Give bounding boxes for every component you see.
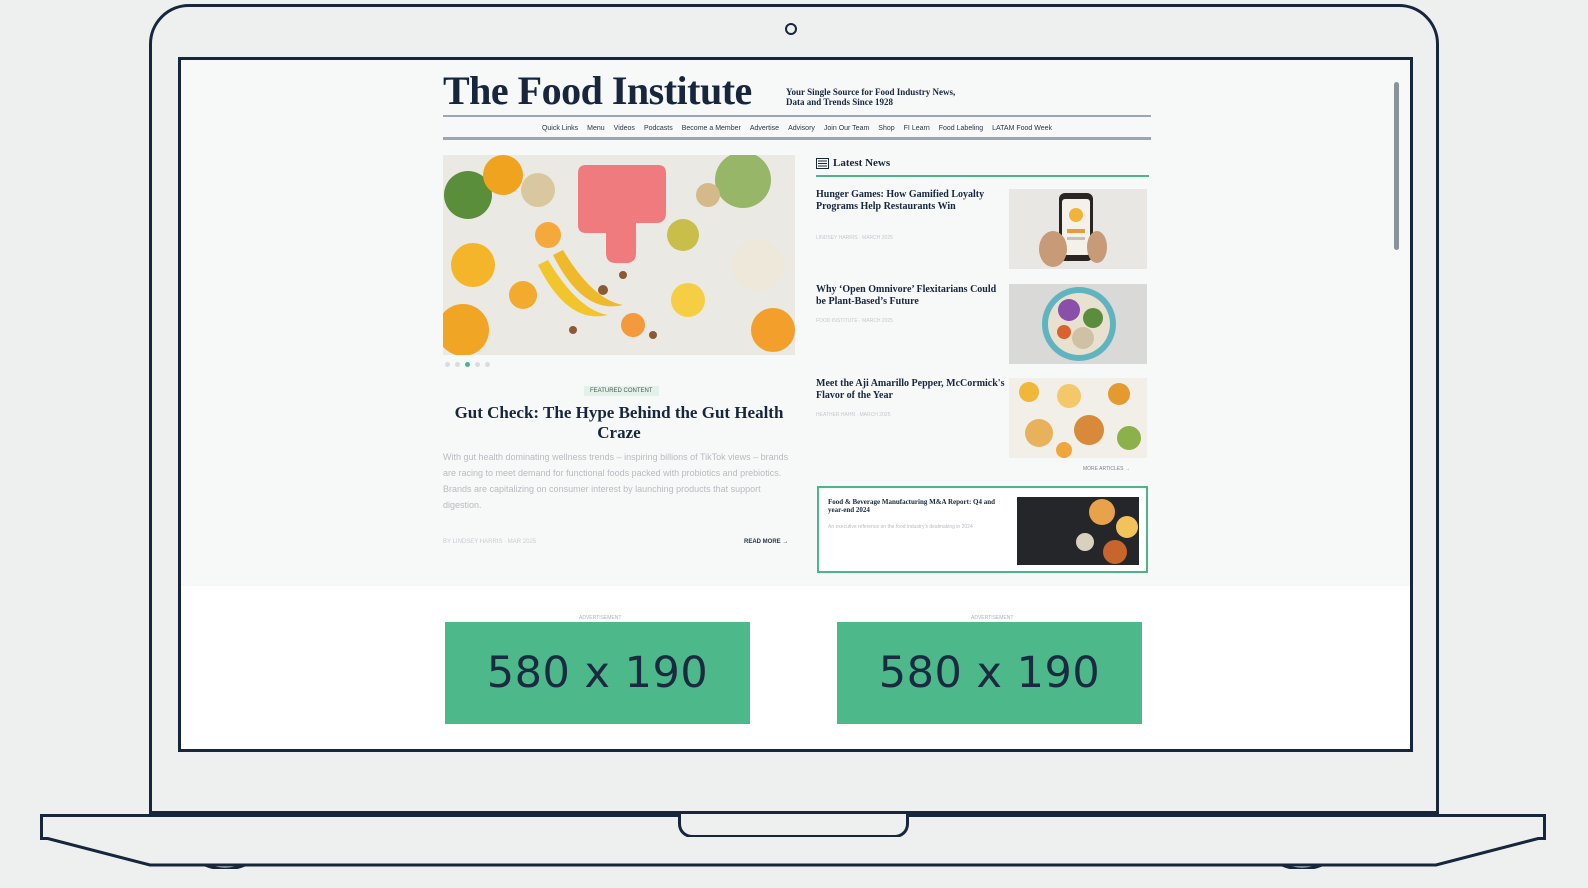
latest-news-heading: Latest News [833, 157, 891, 169]
news-item[interactable]: Why ‘Open Omnivore’ Flexitarians Could b… [816, 284, 1149, 372]
nav-item-shop[interactable]: Shop [878, 125, 894, 132]
featured-badge: FEATURED CONTENT [584, 386, 659, 396]
newspaper-icon [816, 158, 829, 169]
ad-banner-right[interactable]: 580 x 190 [837, 622, 1142, 724]
news-meta: LINDSEY HARRIS · MARCH 2025 [816, 235, 893, 241]
site-tagline: Your Single Source for Food Industry New… [786, 87, 956, 107]
carousel-dot[interactable] [455, 362, 460, 367]
salad-bowl-icon [1009, 284, 1147, 364]
nav-item-fi-learn[interactable]: FI Learn [904, 125, 930, 132]
nav-item-podcasts[interactable]: Podcasts [644, 125, 673, 132]
more-articles-link[interactable]: MORE ARTICLES → [1083, 466, 1130, 472]
promo-title[interactable]: Food & Beverage Manufacturing M&A Report… [828, 498, 1008, 514]
news-meta: HEATHER HAHN · MARCH 2025 [816, 412, 891, 418]
ad-area [181, 586, 1410, 749]
carousel-dot-active[interactable] [465, 362, 470, 367]
food-spread-icon [1009, 378, 1147, 458]
hero-byline: BY LINDSEY HARRIS · MAR 2025 [443, 539, 537, 545]
nav-item-videos[interactable]: Videos [614, 125, 635, 132]
news-title[interactable]: Why ‘Open Omnivore’ Flexitarians Could b… [816, 284, 1006, 308]
news-item[interactable]: Meet the Aji Amarillo Pepper, McCormick'… [816, 378, 1149, 466]
webpage: The Food Institute Your Single Source fo… [181, 60, 1410, 749]
nav-item-latam-food-week[interactable]: LATAM Food Week [992, 125, 1052, 132]
latest-news-header: Latest News [816, 157, 1149, 177]
nav-item-become-member[interactable]: Become a Member [682, 125, 741, 132]
read-more-link[interactable]: READ MORE → [744, 539, 788, 545]
laptop-screen: The Food Institute Your Single Source fo… [178, 57, 1413, 752]
hero-food-illustration [443, 155, 795, 355]
ad-label: ADVERTISEMENT [971, 615, 1014, 621]
nav-divider [443, 137, 1151, 140]
hero-excerpt: With gut health dominating wellness tren… [443, 452, 789, 510]
ad-label: ADVERTISEMENT [579, 615, 622, 621]
hero-title[interactable]: Gut Check: The Hype Behind the Gut Healt… [443, 403, 795, 443]
laptop-base-outline [41, 837, 1545, 869]
trackpad-notch [678, 814, 909, 838]
site-logo[interactable]: The Food Institute [443, 67, 752, 114]
ad-banner-left[interactable]: 580 x 190 [445, 622, 750, 724]
news-thumbnail[interactable] [1009, 284, 1147, 364]
promo-image [1017, 497, 1139, 565]
nav-item-advisory[interactable]: Advisory [788, 125, 815, 132]
news-thumbnail[interactable] [1009, 378, 1147, 458]
news-thumbnail[interactable] [1009, 189, 1147, 269]
nav-item-quick-links[interactable]: Quick Links [542, 125, 578, 132]
nav-item-menu[interactable]: Menu [587, 125, 605, 132]
webcam-icon [785, 23, 797, 35]
carousel-dots [445, 362, 490, 367]
header-divider [443, 115, 1151, 117]
news-title[interactable]: Meet the Aji Amarillo Pepper, McCormick'… [816, 378, 1006, 402]
carousel-dot[interactable] [485, 362, 490, 367]
carousel-dot[interactable] [475, 362, 480, 367]
news-meta: FOOD INSTITUTE · MARCH 2025 [816, 318, 893, 324]
page-scrollbar[interactable] [1394, 82, 1399, 250]
laptop-base-bottom [40, 837, 1546, 869]
promo-subtitle: An executive reference on the food indus… [828, 524, 973, 530]
hero-image[interactable] [443, 155, 795, 355]
news-title[interactable]: Hunger Games: How Gamified Loyalty Progr… [816, 189, 1006, 213]
main-nav: Quick Links Menu Videos Podcasts Become … [443, 125, 1151, 132]
nav-item-advertise[interactable]: Advertise [750, 125, 779, 132]
carousel-dot[interactable] [445, 362, 450, 367]
food-bowls-icon [1017, 497, 1139, 565]
nav-item-join-team[interactable]: Join Our Team [824, 125, 869, 132]
news-item[interactable]: Hunger Games: How Gamified Loyalty Progr… [816, 189, 1149, 277]
phone-app-icon [1009, 189, 1147, 269]
report-promo[interactable]: Food & Beverage Manufacturing M&A Report… [817, 486, 1148, 573]
nav-item-food-labeling[interactable]: Food Labeling [939, 125, 983, 132]
